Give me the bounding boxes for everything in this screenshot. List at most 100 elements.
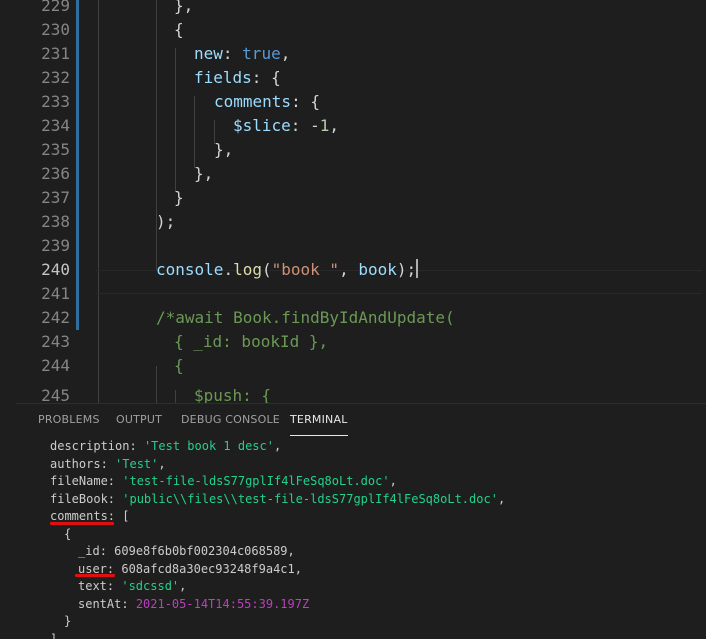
json-string: 'sdcssd' <box>121 579 180 593</box>
modified-line-indicator[interactable] <box>76 186 79 210</box>
json-value: 609e8f6b0bf002304c068589 <box>114 544 288 558</box>
code-text: }, <box>214 140 234 159</box>
string-token: "book " <box>271 260 340 279</box>
line-number: 230 <box>41 20 70 39</box>
tab-output[interactable]: OUTPUT <box>116 404 162 436</box>
modified-line-indicator[interactable] <box>76 18 79 42</box>
code-line: 234 $slice: -1, <box>16 114 706 138</box>
punctuation-token: : { <box>291 92 320 111</box>
panel-tabs: PROBLEMS OUTPUT DEBUG CONSOLE TERMINAL <box>16 404 706 436</box>
number-token: 1 <box>319 116 330 135</box>
terminal-line: text: 'sdcssd', <box>78 579 187 593</box>
json-string: 'public\\files\\test-file-ldsS77gplIf4lF… <box>122 492 498 506</box>
line-number: 243 <box>41 332 70 351</box>
operator-token: - <box>310 116 320 135</box>
terminal-line: authors: 'Test', <box>50 457 166 471</box>
code-line: 244 { <box>16 354 706 378</box>
line-number: 237 <box>41 188 70 207</box>
terminal-line: _id: 609e8f6b0bf002304c068589, <box>78 544 295 558</box>
json-value: 608afcd8a30ec93248f9a4c1 <box>121 562 295 576</box>
line-number: 231 <box>41 44 70 63</box>
code-line: 230 { <box>16 18 706 42</box>
comment-text: /*await Book.findByIdAndUpdate( <box>156 308 455 327</box>
modified-line-indicator[interactable] <box>76 282 79 306</box>
line-number: 233 <box>41 92 70 111</box>
code-line: 242 /*await Book.findByIdAndUpdate( <box>16 306 706 330</box>
comment-text: $push: { <box>194 386 272 403</box>
modified-line-indicator[interactable] <box>76 210 79 234</box>
bottom-panel: PROBLEMS OUTPUT DEBUG CONSOLE TERMINAL d… <box>16 404 706 639</box>
terminal-line: description: 'Test book 1 desc', <box>50 439 282 453</box>
code-line: 232 fields: { <box>16 66 706 90</box>
modified-line-indicator[interactable] <box>76 162 79 186</box>
terminal-line: fileBook: 'public\\files\\test-file-ldsS… <box>50 492 506 506</box>
json-bracket: [ <box>122 509 130 523</box>
punctuation-token: ); <box>396 260 417 279</box>
code-text: { <box>174 20 184 39</box>
comment-text: { <box>174 356 184 375</box>
code-line: 236 }, <box>16 162 706 186</box>
terminal-line: fileName: 'test-file-ldsS77gplIf4lFeSq8o… <box>50 474 397 488</box>
modified-line-indicator[interactable] <box>76 138 79 162</box>
line-number: 236 <box>41 164 70 183</box>
code-editor[interactable]: 229 }, 230 { 231 new: true, 232 fields: … <box>16 0 706 403</box>
tab-problems[interactable]: PROBLEMS <box>38 404 100 436</box>
modified-line-indicator[interactable] <box>76 90 79 114</box>
modified-line-indicator[interactable] <box>76 114 79 138</box>
property-token: $slice <box>233 116 291 135</box>
property-token: fields <box>194 68 252 87</box>
punctuation-token: , <box>280 44 291 63</box>
code-line-active: 240 console.log("book ", book); <box>16 258 706 282</box>
line-number: 238 <box>41 212 70 231</box>
variable-token: console <box>156 260 224 279</box>
code-line: 229 }, <box>16 0 706 18</box>
line-number: 232 <box>41 68 70 87</box>
terminal-line: ], <box>50 632 65 639</box>
code-line: 235 }, <box>16 138 706 162</box>
punctuation-token: : <box>222 44 243 63</box>
modified-line-indicator[interactable] <box>76 42 79 66</box>
json-string: 'Test book 1 desc' <box>143 439 274 453</box>
modified-line-indicator[interactable] <box>76 66 79 90</box>
json-key: fileBook <box>50 492 108 506</box>
code-line: 239 <box>16 234 706 258</box>
variable-token: book <box>358 260 397 279</box>
json-key: sentAt <box>78 597 122 611</box>
code-text: ); <box>156 212 176 231</box>
property-token: comments <box>214 92 292 111</box>
modified-line-indicator[interactable] <box>76 258 79 282</box>
keyword-token: true <box>242 44 281 63</box>
tab-debug-console[interactable]: DEBUG CONSOLE <box>181 404 280 436</box>
comment-text: { _id: bookId }, <box>174 332 329 351</box>
line-number: 242 <box>41 308 70 327</box>
line-number: 229 <box>41 0 70 15</box>
code-line: 241 <box>16 282 706 306</box>
terminal-output[interactable]: description: 'Test book 1 desc', authors… <box>16 436 706 639</box>
code-text: $slice: -1, <box>233 114 339 138</box>
terminal-line: } <box>64 614 72 628</box>
modified-line-indicator[interactable] <box>76 0 79 18</box>
code-text: console.log("book ", book); <box>156 258 419 282</box>
punctuation-token: . <box>223 260 234 279</box>
json-key: fileName <box>50 474 108 488</box>
modified-line-indicator[interactable] <box>76 306 79 330</box>
punctuation-token: : { <box>251 68 281 87</box>
function-token: log <box>233 260 262 279</box>
code-text: }, <box>194 164 214 183</box>
property-token: new <box>194 44 223 63</box>
text-cursor <box>416 259 419 278</box>
code-text: } <box>174 188 184 207</box>
code-line: 233 comments: { <box>16 90 706 114</box>
json-string: 'test-file-ldsS77gplIf4lFeSq8oLt.doc' <box>122 474 390 488</box>
json-key: text <box>78 579 107 593</box>
code-line: 237 } <box>16 186 706 210</box>
tab-terminal[interactable]: TERMINAL <box>290 404 348 436</box>
line-number: 235 <box>41 140 70 159</box>
modified-line-indicator[interactable] <box>76 234 79 258</box>
terminal-line: sentAt: 2021-05-14T14:55:39.197Z <box>78 597 310 611</box>
terminal-line: { <box>64 527 72 541</box>
json-key: description <box>50 439 130 453</box>
window-left-edge <box>0 0 16 639</box>
code-text: }, <box>174 0 194 15</box>
code-text: fields: { <box>194 66 281 90</box>
